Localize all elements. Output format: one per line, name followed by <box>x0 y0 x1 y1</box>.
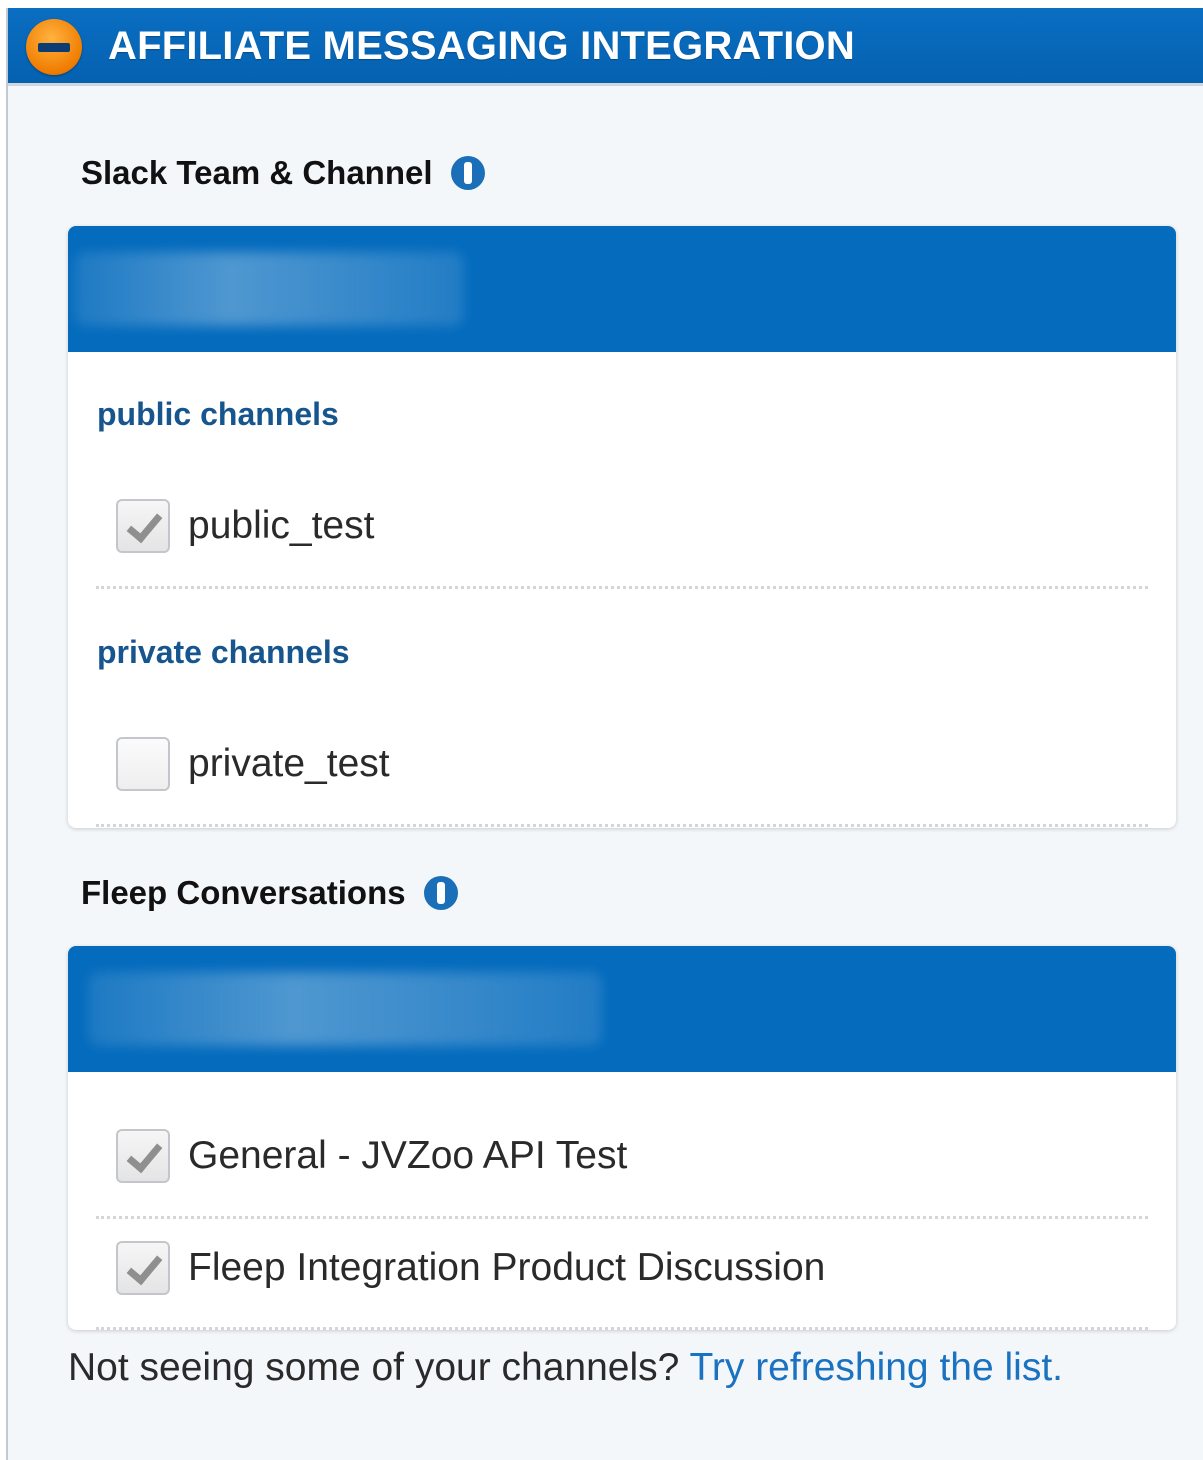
general-conversation-checkbox[interactable] <box>116 1129 170 1183</box>
conversation-row-product-discussion[interactable]: Fleep Integration Product Discussion <box>116 1238 825 1298</box>
divider <box>96 1216 1148 1219</box>
public-channels-label: public channels <box>97 396 339 432</box>
channel-row-private-test[interactable]: private_test <box>116 734 390 794</box>
public-test-checkbox[interactable] <box>116 499 170 553</box>
private-channels-label: private channels <box>97 634 350 670</box>
panel-title: AFFILIATE MESSAGING INTEGRATION <box>108 24 855 68</box>
divider <box>96 586 1148 589</box>
fleep-info-icon[interactable] <box>423 876 458 911</box>
fleep-account-card: General - JVZoo API Test Fleep Integrati… <box>68 946 1176 1330</box>
divider <box>96 824 1148 827</box>
slack-section-title: Slack Team & Channel <box>81 154 485 192</box>
product-discussion-checkbox[interactable] <box>116 1241 170 1295</box>
fleep-section-title: Fleep Conversations <box>81 874 458 912</box>
slack-section-label: Slack Team & Channel <box>81 154 433 191</box>
slack-team-card: public channels public_test private chan… <box>68 226 1176 828</box>
refresh-list-link[interactable]: Try refreshing the list. <box>690 1346 1064 1389</box>
fleep-account-header[interactable] <box>68 946 1176 1072</box>
slack-team-header[interactable] <box>68 226 1176 352</box>
fleep-account-name-redacted <box>88 972 602 1046</box>
collapse-minus-icon[interactable] <box>26 19 82 75</box>
channel-label: private_test <box>188 742 390 785</box>
slack-info-icon[interactable] <box>450 156 485 191</box>
slack-team-name-redacted <box>74 252 464 326</box>
conversation-label: Fleep Integration Product Discussion <box>188 1246 826 1289</box>
divider <box>96 1327 1148 1330</box>
channel-label: public_test <box>188 504 375 547</box>
channel-row-public-test[interactable]: public_test <box>116 496 374 556</box>
conversation-row-general[interactable]: General - JVZoo API Test <box>116 1126 627 1186</box>
fleep-section-label: Fleep Conversations <box>81 874 406 911</box>
refresh-hint: Not seeing some of your channels? Try re… <box>68 1346 1063 1390</box>
refresh-hint-text: Not seeing some of your channels? <box>68 1346 680 1389</box>
private-test-checkbox[interactable] <box>116 737 170 791</box>
conversation-label: General - JVZoo API Test <box>188 1134 628 1177</box>
affiliate-messaging-panel: AFFILIATE MESSAGING INTEGRATION Slack Te… <box>6 8 1203 1460</box>
panel-header: AFFILIATE MESSAGING INTEGRATION <box>8 8 1203 86</box>
